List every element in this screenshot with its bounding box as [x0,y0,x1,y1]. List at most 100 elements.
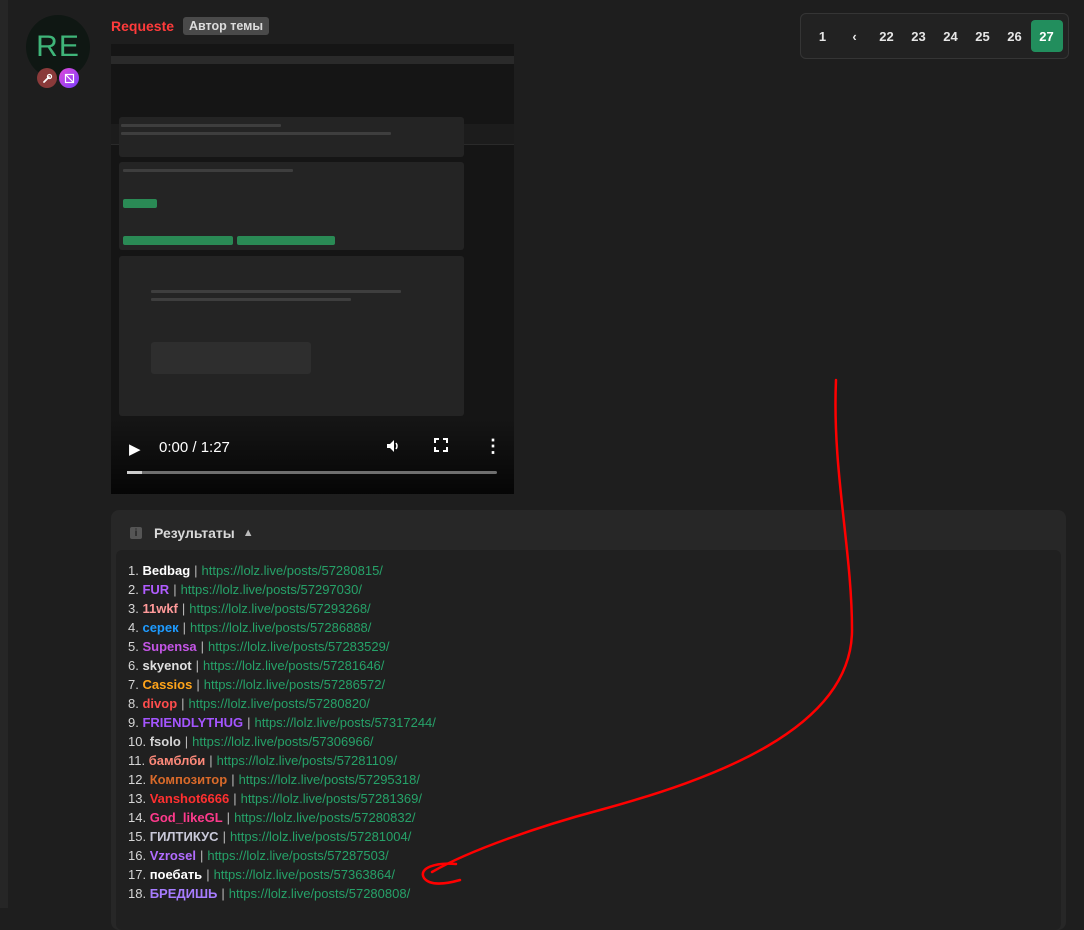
video-player[interactable]: ▶ 0:00 / 1:27 ⋮ [111,44,514,494]
item-number: 18. [128,886,147,901]
page-button[interactable]: 24 [935,20,967,52]
video-frame-line [121,132,391,135]
video-frame-line [151,298,351,301]
separator: | [199,848,204,863]
page-button[interactable]: 26 [999,20,1031,52]
username-link[interactable]: Requeste [111,18,174,34]
list-item: 8. divop | https://lolz.live/posts/5728082… [128,694,436,713]
video-frame-button [123,236,233,245]
video-progress-track[interactable] [127,471,497,474]
item-username-link[interactable]: серек [142,620,178,635]
list-item: 5. Supensa | https://lolz.live/posts/57283… [128,637,436,656]
item-username-link[interactable]: fsolo [150,734,181,749]
item-post-link[interactable]: https://lolz.live/posts/57295318/ [239,772,420,787]
item-post-link[interactable]: https://lolz.live/posts/57280815/ [202,563,383,578]
list-item: 10. fsolo | https://lolz.live/posts/573069… [128,732,436,751]
separator: | [222,829,226,844]
item-username-link[interactable]: Композитор [150,772,227,787]
avatar-badges [37,68,79,88]
item-username-link[interactable]: FRIENDLYTHUG [142,715,243,730]
item-post-link[interactable]: https://lolz.live/posts/57317244/ [255,715,436,730]
item-post-link[interactable]: https://lolz.live/posts/57281109/ [217,753,397,768]
item-post-link[interactable]: https://lolz.live/posts/57281646/ [203,658,384,673]
chevron-up-icon[interactable]: ▲ [243,527,254,539]
info-icon: i [130,527,142,539]
video-frame-block [151,342,311,374]
item-username-link[interactable]: God_likeGL [150,810,223,825]
list-item: 11. бамблби | https://lolz.live/posts/5728… [128,751,436,770]
separator: | [194,563,198,578]
item-number: 4. [128,620,139,635]
results-header[interactable]: i Результаты ▲ [130,525,254,541]
video-controls [111,419,514,494]
item-username-link[interactable]: ГИЛТИКУС [150,829,219,844]
item-post-link[interactable]: https://lolz.live/posts/57280832/ [234,810,415,825]
page-button[interactable]: 27 [1030,20,1063,52]
page-prev-button[interactable]: ‹ [839,20,871,52]
page-button[interactable]: 22 [871,20,903,52]
item-post-link[interactable]: https://lolz.live/posts/57286888/ [190,620,371,635]
fullscreen-icon[interactable] [434,438,448,457]
volume-icon[interactable] [385,438,401,459]
item-username-link[interactable]: Vanshot6666 [150,791,230,806]
more-options-icon[interactable]: ⋮ [484,436,502,457]
item-post-link[interactable]: https://lolz.live/posts/57297030/ [181,582,362,597]
item-post-link[interactable]: https://lolz.live/posts/57281004/ [230,829,411,844]
item-post-link[interactable]: https://lolz.live/posts/57306966/ [192,734,373,749]
item-number: 8. [128,696,139,711]
list-item: 4. серек | https://lolz.live/posts/5728688… [128,618,436,637]
page-button[interactable]: 25 [967,20,999,52]
results-title: Результаты [154,525,235,541]
video-frame-line [123,169,293,172]
item-number: 5. [128,639,139,654]
item-username-link[interactable]: бамблби [149,753,206,768]
list-item: 15. ГИЛТИКУС | https://lolz.live/posts/572… [128,827,436,846]
item-number: 16. [128,848,147,863]
wrench-icon [37,68,57,88]
video-progress-fill [127,471,142,474]
separator: | [231,772,235,787]
item-number: 10. [128,734,147,749]
item-username-link[interactable]: 11wkf [142,601,177,616]
item-username-link[interactable]: БРЕДИШЬ [150,886,218,901]
item-number: 2. [128,582,139,597]
separator: | [247,715,251,730]
item-number: 1. [128,563,139,578]
video-time: 0:00 / 1:27 [159,439,230,456]
separator: | [206,867,210,882]
play-icon[interactable]: ▶ [129,440,141,458]
item-post-link[interactable]: https://lolz.live/posts/57283529/ [208,639,389,654]
item-username-link[interactable]: Vzrosel [150,848,196,863]
item-username-link[interactable]: skyenot [142,658,191,673]
video-frame-button [123,199,157,208]
item-username-link[interactable]: FUR [142,582,169,597]
item-username-link[interactable]: divop [142,696,177,711]
separator: | [181,601,186,616]
list-item: 13. Vanshot6666 | https://lolz.live/posts/… [128,789,436,808]
item-username-link[interactable]: Supensa [142,639,196,654]
item-number: 13. [128,791,147,806]
item-number: 12. [128,772,147,787]
pagination: 1 ‹ 22 23 24 25 26 27 [800,13,1069,59]
item-username-link[interactable]: Cassios [142,677,192,692]
item-number: 6. [128,658,139,673]
item-post-link[interactable]: https://lolz.live/posts/57280820/ [189,696,370,711]
list-item: 3. 11wkf | https://lolz.live/posts/5729326… [128,599,436,618]
item-post-link[interactable]: https://lolz.live/posts/57280808/ [229,886,410,901]
separator: | [195,658,199,673]
left-strip [0,0,8,908]
item-username-link[interactable]: Bedbag [142,563,190,578]
item-username-link[interactable]: поебать [150,867,202,882]
page-button[interactable]: 1 [807,20,839,52]
item-number: 3. [128,601,139,616]
item-post-link[interactable]: https://lolz.live/posts/57281369/ [241,791,422,806]
separator: | [173,582,177,597]
page-button[interactable]: 23 [903,20,935,52]
item-post-link[interactable]: https://lolz.live/posts/57293268/ [189,601,370,616]
item-number: 7. [128,677,139,692]
list-item: 12. Композитор | https://lolz.live/posts/5… [128,770,436,789]
item-post-link[interactable]: https://lolz.live/posts/57286572/ [204,677,385,692]
item-post-link[interactable]: https://lolz.live/posts/57363864/ [214,867,395,882]
item-number: 14. [128,810,147,825]
item-post-link[interactable]: https://lolz.live/posts/57287503/ [207,848,388,863]
